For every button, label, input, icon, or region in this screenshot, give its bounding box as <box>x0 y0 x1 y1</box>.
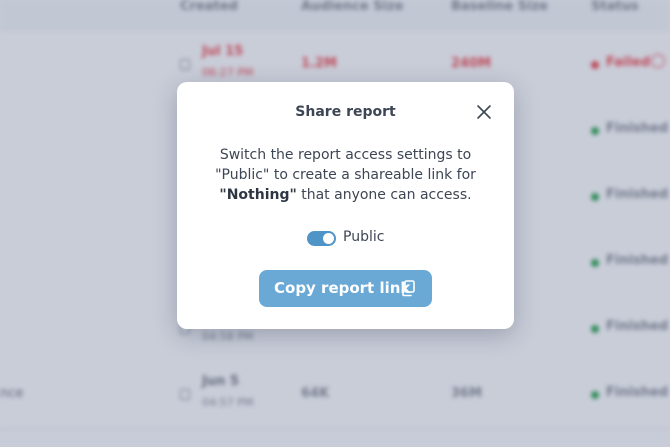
copy-button-label: Copy report link <box>274 279 411 297</box>
dialog-title: Share report <box>295 104 396 120</box>
description-text-after: that anyone can access. <box>296 187 472 203</box>
share-report-dialog: Share report Switch the report access se… <box>177 82 514 329</box>
close-button[interactable] <box>474 102 494 122</box>
dialog-description: Switch the report access settings to "Pu… <box>195 145 496 205</box>
copy-report-link-button[interactable]: Copy report link <box>259 270 432 307</box>
public-toggle[interactable] <box>307 231 336 246</box>
description-text-before: Switch the report access settings to "Pu… <box>215 147 476 183</box>
toggle-knob <box>323 233 334 244</box>
copy-icon <box>402 280 415 297</box>
close-icon <box>477 105 491 119</box>
toggle-label: Public <box>343 229 385 245</box>
report-name: "Nothing" <box>219 187 297 203</box>
